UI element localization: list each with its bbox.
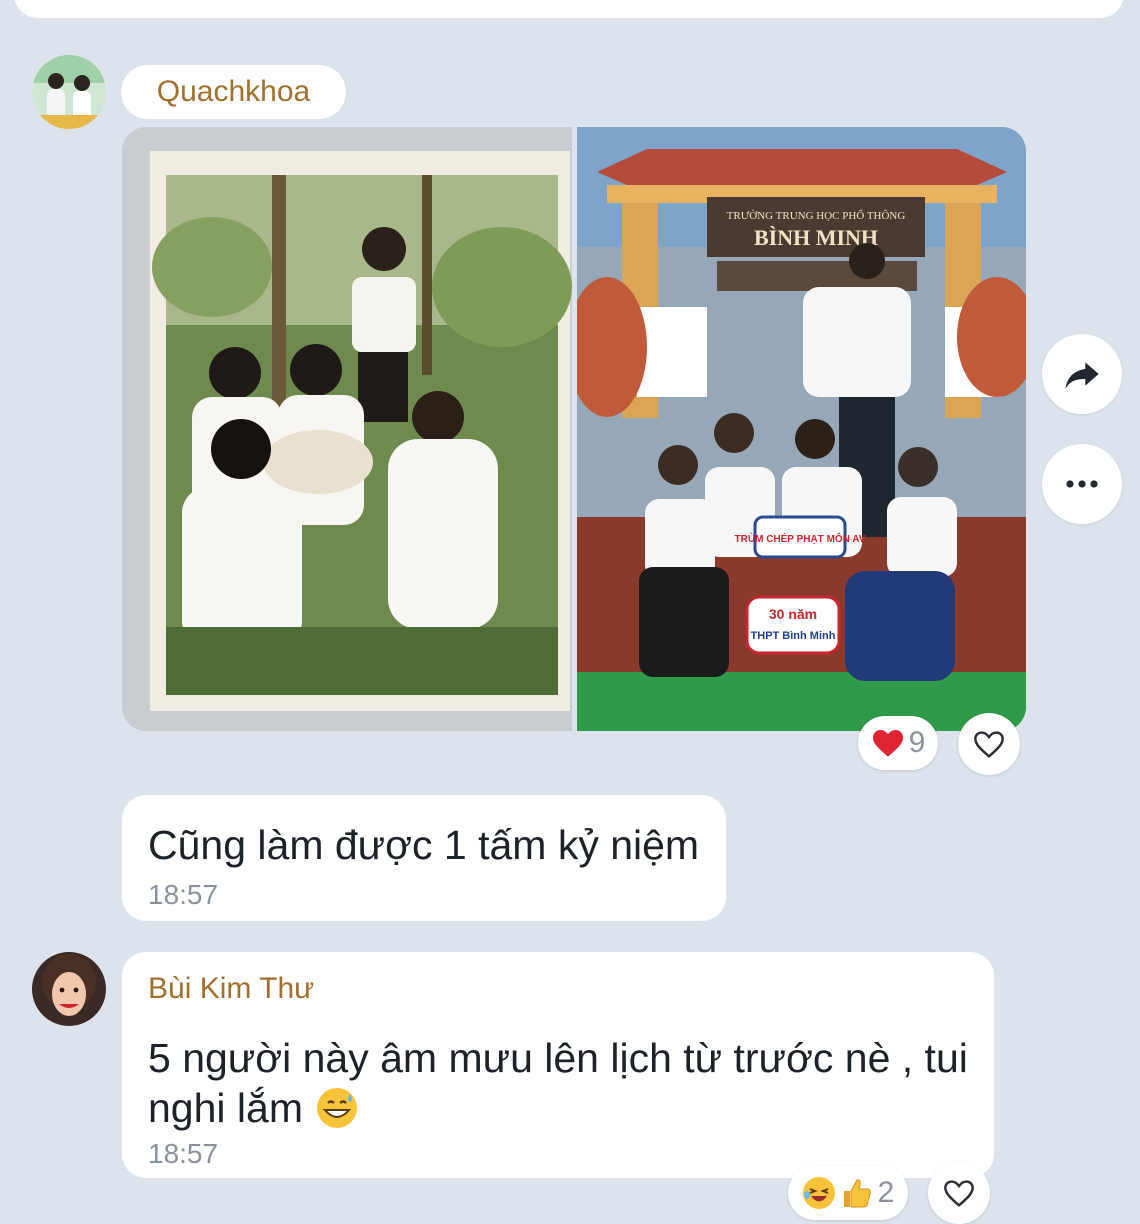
banner-bottom-text: THPT Bình Minh	[751, 630, 836, 642]
laughing-emoji	[802, 1177, 835, 1209]
old-group-photo[interactable]	[122, 127, 572, 731]
message-bubble[interactable]: Cũng làm được 1 tấm kỷ niệm 18:57	[122, 795, 726, 921]
message-text-line2: nghi lắm	[148, 1085, 303, 1131]
heart-filled-icon	[872, 730, 903, 757]
share-button[interactable]	[1042, 334, 1122, 414]
message-time: 18:57	[148, 1138, 219, 1169]
reunion-photo-image: TRƯỜNG TRUNG HỌC PHỔ THÔNG BÌNH MINH TRÙ…	[577, 127, 1026, 731]
reunion-group-photo[interactable]: TRƯỜNG TRUNG HỌC PHỔ THÔNG BÌNH MINH TRÙ…	[577, 127, 1026, 731]
sender-name: Bùi Kim Thư	[148, 972, 315, 1005]
couple-avatar-icon	[32, 55, 106, 129]
thumbs-up-icon	[843, 1179, 871, 1208]
message-text-line2-wrap: nghi lắm	[148, 1082, 359, 1134]
woman-avatar-icon	[32, 952, 106, 1026]
sign-badge-text: TRÙM CHÉP PHẠT MÔN AV	[735, 532, 866, 545]
like-button[interactable]	[928, 1162, 990, 1224]
sender-avatar[interactable]	[32, 952, 106, 1026]
sender-name: Quachkhoa	[156, 75, 311, 108]
reaction-count: 9	[908, 726, 926, 759]
heart-outline-icon	[974, 731, 1004, 758]
message-bubble[interactable]: Bùi Kim Thư 5 người này âm mưu lên lịch …	[122, 952, 994, 1178]
more-horizontal-icon	[1066, 480, 1098, 488]
grinning-sweat-emoji	[316, 1088, 357, 1129]
like-button[interactable]	[958, 713, 1020, 775]
school-sign-small: TRƯỜNG TRUNG HỌC PHỔ THÔNG	[727, 209, 906, 222]
more-options-button[interactable]	[1042, 444, 1122, 524]
reaction-count: 2	[877, 1176, 895, 1209]
banner-top-text: 30 năm	[769, 606, 817, 622]
reaction-summary[interactable]: 9	[858, 716, 938, 770]
message-time: 18:57	[148, 879, 219, 910]
heart-outline-icon	[944, 1180, 974, 1207]
sender-avatar[interactable]	[32, 55, 106, 129]
reaction-summary[interactable]: 2	[788, 1166, 908, 1220]
sender-name-pill[interactable]: Quachkhoa	[121, 65, 346, 119]
message-text-line1: 5 người này âm mưu lên lịch từ trước nè …	[148, 1035, 968, 1081]
message-text: Cũng làm được 1 tấm kỷ niệm	[148, 822, 700, 868]
previous-message-bubble	[14, 0, 1124, 18]
old-photo-image	[122, 127, 572, 731]
share-arrow-icon	[1065, 362, 1099, 389]
